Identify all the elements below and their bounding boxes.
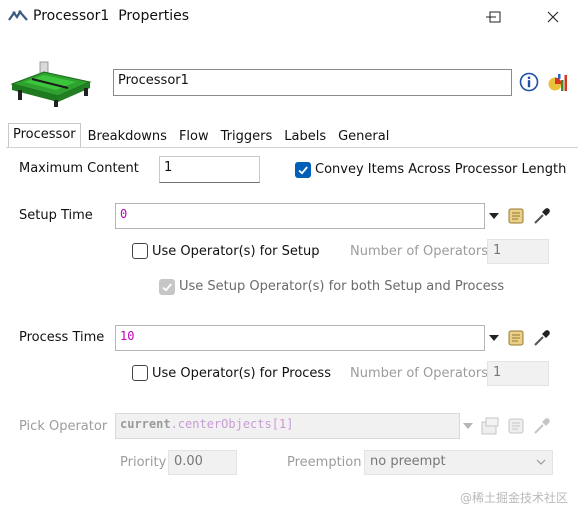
priority-label: Priority — [120, 455, 167, 470]
code-keyword: current — [120, 417, 171, 431]
preemption-label: Preemption — [287, 455, 362, 470]
window-title: Processor1 Properties — [33, 8, 189, 24]
tab-flow[interactable]: Flow — [174, 126, 214, 147]
code-bracket: ] — [286, 417, 294, 431]
setup-time-label: Setup Time — [19, 208, 93, 223]
setup-time-dropdown-icon[interactable] — [489, 213, 499, 219]
title-bar: Processor1 Properties — [0, 0, 584, 34]
pick-operator-label: Pick Operator — [19, 419, 108, 434]
process-time-dropdown-icon[interactable] — [489, 335, 499, 341]
setup-num-operators-label: Number of Operators — [350, 244, 488, 259]
tab-labels[interactable]: Labels — [279, 126, 331, 147]
convey-items-label: Convey Items Across Processor Length — [315, 162, 567, 177]
use-setup-both-label: Use Setup Operator(s) for both Setup and… — [179, 279, 505, 294]
processor-model-icon — [10, 61, 92, 107]
process-num-operators-label: Number of Operators — [350, 366, 488, 381]
eyedropper-icon[interactable] — [532, 206, 552, 226]
code-edit-scroll-icon[interactable] — [506, 206, 526, 226]
eyedropper-icon[interactable] — [532, 416, 552, 436]
process-num-operators-input[interactable]: 1 — [487, 361, 549, 386]
tab-triggers[interactable]: Triggers — [216, 126, 278, 147]
process-time-label: Process Time — [19, 330, 105, 345]
tab-breakdowns[interactable]: Breakdowns — [83, 126, 172, 147]
preemption-select[interactable]: no preempt — [364, 450, 553, 475]
pick-operator-dropdown-icon[interactable] — [463, 423, 473, 429]
process-use-operators-checkbox[interactable] — [132, 365, 148, 381]
use-setup-both-checkbox[interactable] — [159, 279, 175, 295]
max-content-label: Maximum Content — [19, 161, 139, 176]
tab-general[interactable]: General — [333, 126, 394, 147]
eyedropper-icon[interactable] — [532, 328, 552, 348]
setup-num-operators-input[interactable]: 1 — [487, 239, 549, 264]
tab-bar: Processor Breakdowns Flow Triggers Label… — [8, 123, 396, 147]
close-icon — [547, 11, 559, 23]
process-time-input[interactable]: 10 — [115, 325, 485, 351]
template-icon[interactable] — [480, 416, 500, 436]
maximize-button[interactable] — [472, 0, 518, 34]
app-logo-icon — [8, 10, 28, 21]
setup-time-input[interactable]: 0 — [115, 203, 485, 229]
priority-input[interactable]: 0.00 — [168, 450, 237, 475]
setup-use-operators-checkbox[interactable] — [132, 243, 148, 259]
checkmark-icon — [298, 166, 308, 175]
process-use-operators-label: Use Operator(s) for Process — [152, 366, 331, 381]
code-edit-scroll-icon[interactable] — [506, 416, 526, 436]
maximize-icon — [489, 11, 501, 23]
chevron-down-icon — [536, 459, 546, 465]
code-edit-scroll-icon[interactable] — [506, 328, 526, 348]
object-name-input[interactable]: Processor1 — [113, 69, 512, 96]
tab-processor[interactable]: Processor — [8, 123, 81, 147]
convey-items-checkbox[interactable] — [295, 162, 311, 178]
setup-use-operators-label: Use Operator(s) for Setup — [152, 244, 320, 259]
close-button[interactable] — [530, 0, 576, 34]
pick-operator-input[interactable]: current.centerObjects[1] — [115, 413, 460, 439]
preemption-value: no preempt — [370, 454, 446, 469]
max-content-input[interactable]: 1 — [159, 156, 260, 183]
info-icon[interactable] — [519, 72, 539, 92]
checkmark-icon — [162, 283, 172, 292]
code-member: .centerObjects[ — [170, 417, 279, 431]
statistics-icon[interactable] — [547, 71, 569, 93]
watermark: @稀土掘金技术社区 — [459, 491, 568, 505]
